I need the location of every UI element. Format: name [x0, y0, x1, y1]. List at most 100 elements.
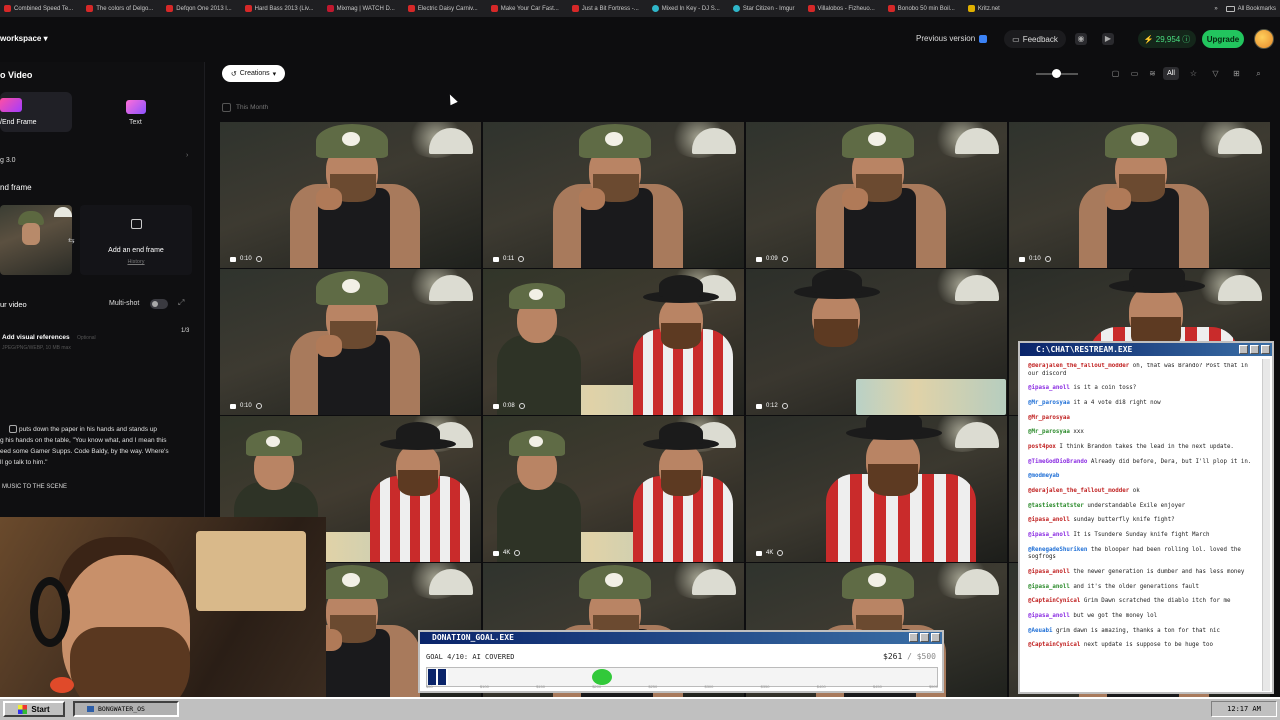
donation-tick: $150	[536, 684, 545, 689]
creation-tile[interactable]: 0:09	[746, 122, 1007, 268]
audio-filter-icon[interactable]: ≋	[1147, 68, 1158, 79]
select-all-checkbox[interactable]	[222, 103, 231, 112]
bookmark-item[interactable]: Hard Bass 2013 (Liv...	[244, 5, 314, 12]
creation-tile[interactable]: 4K	[483, 416, 744, 562]
bookmark-item[interactable]: Mixed In Key - DJ S...	[651, 5, 720, 12]
chat-username: @ipasa_anoll	[1028, 568, 1070, 575]
chat-message: @ipasa_anoll but we got the money lol	[1028, 613, 1260, 621]
swap-icon[interactable]: ⇆	[68, 236, 75, 245]
creation-tile[interactable]: 0:11	[483, 122, 744, 268]
donation-tick: $300	[704, 684, 714, 689]
chat-username: @ipasa_anoll	[1028, 613, 1070, 619]
chat-text: is it a coin toss?	[1073, 385, 1137, 392]
chat-titlebar[interactable]: C:\CHAT\RESTREAM.EXE	[1020, 343, 1272, 356]
close-icon[interactable]	[931, 633, 940, 642]
creation-tile[interactable]: 0:10	[1009, 122, 1270, 268]
youtube-icon	[807, 5, 815, 12]
close-icon[interactable]	[1261, 345, 1270, 354]
bookmark-item[interactable]: Mixmag | WATCH D...	[326, 5, 395, 12]
bookmark-item[interactable]: The colors of Delgo...	[86, 5, 153, 12]
video-icon	[230, 403, 236, 409]
bookmark-item[interactable]: Make Your Car Fast...	[490, 5, 559, 12]
tile-duration: 0:08	[493, 403, 525, 409]
discord-icon[interactable]: ◉	[1075, 33, 1087, 45]
minimize-icon[interactable]	[1239, 345, 1248, 354]
chat-message: @TimeGodDioBrando Already did before, De…	[1028, 459, 1260, 467]
bookmark-item[interactable]: Combined Speed Te...	[4, 5, 73, 12]
duration-label: 4K	[503, 550, 511, 556]
maximize-icon[interactable]	[920, 633, 929, 642]
creation-tile[interactable]: 0:12	[746, 269, 1007, 415]
video-icon	[1019, 256, 1025, 262]
tile-duration: 0:11	[493, 256, 525, 262]
search-icon[interactable]: ⌕	[1253, 68, 1264, 79]
model-selector[interactable]: g 3.0	[0, 157, 16, 164]
workspace-switcher[interactable]: workspace ▾	[0, 34, 48, 43]
mode-end-frame[interactable]: /End Frame	[0, 92, 72, 132]
credits-badge[interactable]: ⚡ 29,954 ⓘ	[1138, 30, 1196, 48]
mode-end-frame-label: /End Frame	[0, 119, 37, 126]
image-filter-icon[interactable]: ▢	[1110, 68, 1121, 79]
bookmark-item[interactable]: Electric Daisy Carniv...	[407, 5, 478, 12]
donation-titlebar[interactable]: DONATION_GOAL.EXE	[420, 632, 942, 644]
avatar[interactable]	[1254, 29, 1274, 49]
optional-tag: Optional	[77, 335, 96, 341]
youtube-icon[interactable]: ▶	[1102, 33, 1114, 45]
grid-icon[interactable]: ⊞	[1231, 68, 1242, 79]
bookmark-item[interactable]: Bonobo 50 min Boil...	[887, 5, 955, 12]
chat-text: It is Tsundere Sunday knife fight March	[1073, 532, 1210, 539]
taskbar-item-bongwater[interactable]: BONGWATER_OS	[73, 701, 179, 717]
minimize-icon[interactable]	[909, 633, 918, 642]
chat-username: @Mr_parosyaa	[1028, 429, 1070, 436]
zoom-slider-handle[interactable]	[1052, 69, 1061, 78]
youtube-icon	[4, 5, 11, 12]
tile-duration: 0:10	[1019, 256, 1051, 262]
creation-tile[interactable]: 0:10	[220, 122, 481, 268]
add-end-frame-button[interactable]: Add an end frame History	[80, 205, 192, 275]
filter-all-tab[interactable]: All	[1163, 67, 1179, 80]
video-filter-icon[interactable]: ▭	[1129, 68, 1140, 79]
chat-messages: @derajalen_the_fallout_modder oh, that w…	[1028, 363, 1260, 688]
prompt-text[interactable]: puts down the paper in his hands and sta…	[0, 424, 196, 468]
hand-on-chin	[842, 188, 868, 210]
webcam-overlay	[0, 517, 326, 697]
previous-version-toggle[interactable]: Previous version	[916, 34, 988, 43]
maximize-icon[interactable]	[1250, 345, 1259, 354]
star-icon[interactable]: ☆	[1188, 68, 1199, 79]
upgrade-button[interactable]: Upgrade	[1202, 30, 1244, 48]
helmet-patch	[342, 132, 360, 146]
donation-tick: $100	[479, 684, 489, 689]
chat-text: the newer generation is dumber and has l…	[1073, 568, 1245, 575]
bookmark-item[interactable]: Villalobos - Fizheuo...	[807, 5, 875, 12]
chat-username: @Aeuabi	[1028, 627, 1053, 634]
creation-tile[interactable]: 0:08	[483, 269, 744, 415]
expand-icon[interactable]: ⤢	[178, 298, 184, 308]
creation-tile[interactable]: 0:10	[220, 269, 481, 415]
donation-tick: $200	[592, 684, 602, 689]
bookmark-item[interactable]: Star Citizen - Imgur	[732, 5, 795, 12]
history-link[interactable]: History	[80, 259, 192, 265]
chat-window[interactable]: C:\CHAT\RESTREAM.EXE @derajalen_the_fall…	[1018, 341, 1274, 694]
chat-username: @RenegadeShuriken	[1028, 546, 1088, 553]
feedback-button[interactable]: ▭ Feedback	[1004, 30, 1066, 48]
creation-tile[interactable]: 4K	[746, 416, 1007, 562]
status-icon	[781, 403, 788, 409]
chat-username: post4pox	[1028, 443, 1056, 450]
bookmark-item[interactable]: Kritz.net	[967, 5, 1000, 12]
chat-username: @TimeGodDioBrando	[1028, 458, 1088, 465]
this-month-group[interactable]: This Month	[222, 103, 268, 112]
all-bookmarks-button[interactable]: All Bookmarks	[1225, 5, 1276, 12]
mode-text[interactable]: Text	[118, 98, 154, 132]
filter-icon[interactable]: ▽	[1210, 68, 1221, 79]
bookmark-item[interactable]: Defqon One 2013 l...	[166, 5, 232, 12]
chat-scrollbar[interactable]	[1262, 359, 1270, 691]
more-bookmarks-button[interactable]: »	[1214, 6, 1217, 12]
start-frame-thumbnail[interactable]	[0, 205, 72, 275]
chevron-right-icon[interactable]: ›	[186, 152, 188, 159]
start-button[interactable]: Start	[3, 701, 65, 717]
creations-dropdown[interactable]: ↺ Creations ▾	[222, 65, 285, 82]
tile-duration: 0:12	[756, 403, 788, 409]
visual-references-label[interactable]: Add visual references	[2, 334, 70, 341]
bookmark-item[interactable]: Just a Bit Fortress -...	[571, 5, 639, 12]
multishot-toggle[interactable]	[150, 299, 168, 309]
